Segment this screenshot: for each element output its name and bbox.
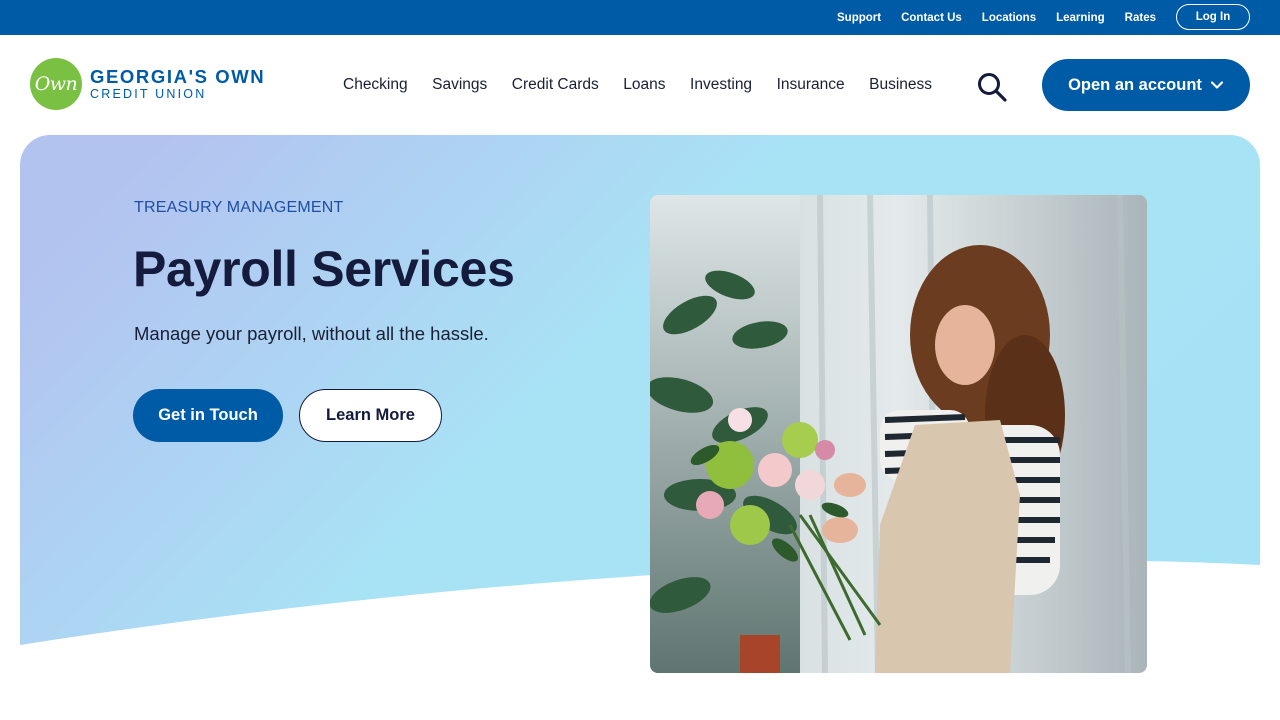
- nav-item-savings[interactable]: Savings: [432, 76, 487, 94]
- logo-line-1: GEORGIA'S OWN: [90, 65, 266, 87]
- chevron-down-icon: [1210, 81, 1224, 89]
- open-account-label: Open an account: [1068, 75, 1202, 94]
- open-account-button[interactable]: Open an account: [1042, 59, 1250, 111]
- logo-mark-text: Own: [34, 73, 78, 95]
- page-title: Payroll Services: [133, 241, 515, 297]
- utility-link-rates[interactable]: Rates: [1125, 12, 1156, 24]
- nav-item-insurance[interactable]: Insurance: [777, 76, 845, 94]
- main-nav: Checking Savings Credit Cards Loans Inve…: [343, 35, 957, 135]
- utility-nav: Support Contact Us Locations Learning Ra…: [837, 0, 1156, 35]
- florist-illustration: [650, 195, 1147, 673]
- learn-more-button[interactable]: Learn More: [299, 389, 442, 442]
- utility-link-locations[interactable]: Locations: [982, 12, 1036, 24]
- nav-item-loans[interactable]: Loans: [623, 76, 665, 94]
- nav-item-checking[interactable]: Checking: [343, 76, 408, 94]
- nav-item-business[interactable]: Business: [869, 76, 932, 94]
- login-button[interactable]: Log In: [1176, 4, 1250, 30]
- utility-link-contact-us[interactable]: Contact Us: [901, 12, 962, 24]
- logo-line-2: CREDIT UNION: [90, 86, 207, 101]
- hero-image: [650, 195, 1147, 673]
- main-header: Own GEORGIA'S OWN CREDIT UNION Checking …: [0, 35, 1280, 135]
- utility-link-learning[interactable]: Learning: [1056, 12, 1105, 24]
- hero-subtitle: Manage your payroll, without all the has…: [134, 323, 489, 344]
- nav-item-credit-cards[interactable]: Credit Cards: [512, 76, 599, 94]
- utility-link-support[interactable]: Support: [837, 12, 881, 24]
- get-in-touch-button[interactable]: Get in Touch: [133, 389, 283, 442]
- utility-bar: Support Contact Us Locations Learning Ra…: [0, 0, 1280, 35]
- logo[interactable]: Own GEORGIA'S OWN CREDIT UNION: [30, 58, 265, 110]
- logo-wordmark: GEORGIA'S OWN CREDIT UNION: [90, 65, 266, 102]
- logo-mark: Own: [30, 58, 82, 110]
- hero-eyebrow: TREASURY MANAGEMENT: [134, 199, 344, 216]
- search-icon[interactable]: [976, 71, 1008, 103]
- nav-item-investing[interactable]: Investing: [690, 76, 752, 94]
